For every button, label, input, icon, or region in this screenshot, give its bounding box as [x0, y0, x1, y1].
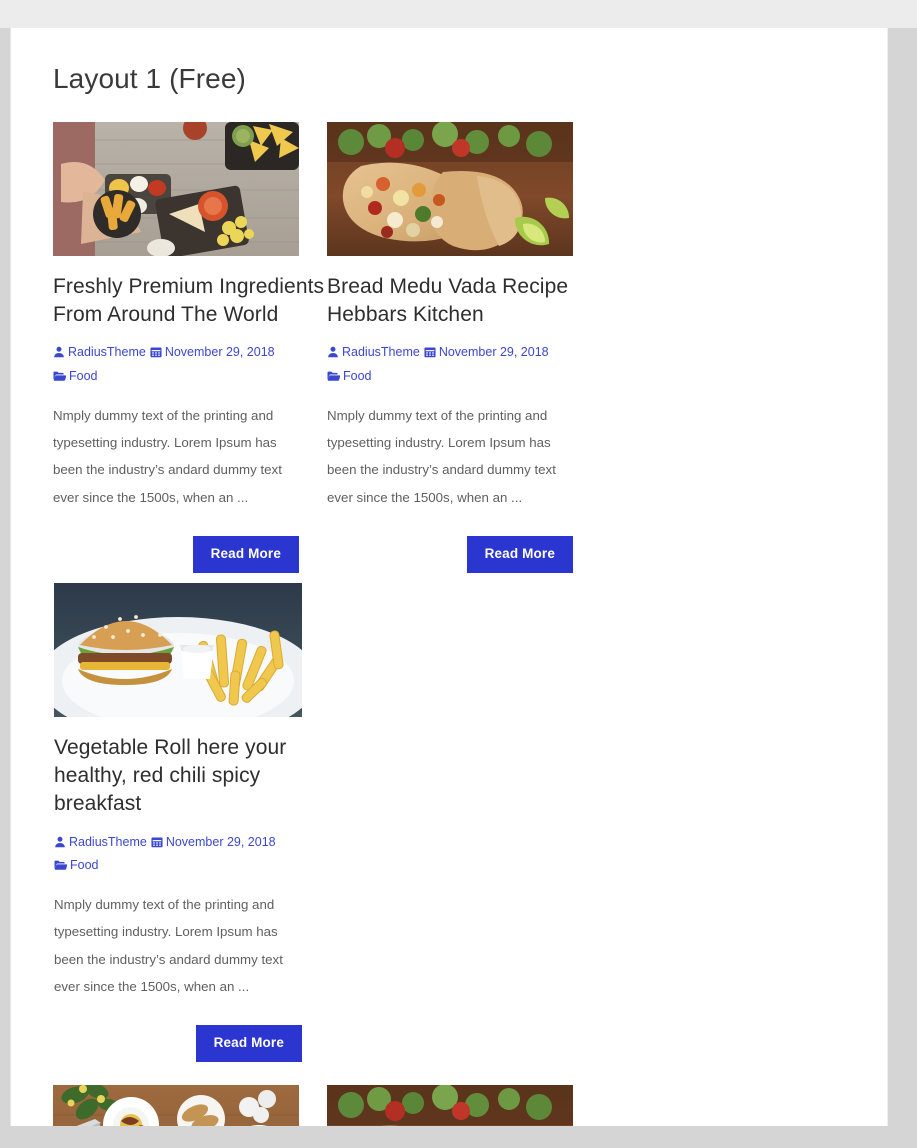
post-author-link[interactable]: RadiusTheme — [68, 345, 146, 359]
post-excerpt: Nmply dummy text of the printing and typ… — [53, 407, 282, 505]
window-chrome-strip — [0, 0, 917, 28]
date-icon — [151, 835, 166, 849]
date-icon — [150, 345, 165, 359]
post-excerpt: Nmply dummy text of the printing and typ… — [327, 407, 556, 505]
post-thumbnail[interactable] — [54, 582, 302, 717]
post-thumbnail[interactable] — [327, 121, 573, 256]
date-icon — [424, 345, 439, 359]
post-category-link[interactable]: Food — [69, 369, 98, 383]
post-meta: RadiusTheme November 29, 2018 Food — [327, 341, 599, 389]
post-meta: RadiusTheme November 29, 2018 Food — [53, 341, 325, 389]
author-icon — [53, 345, 68, 359]
post-card[interactable]: Bread Medu Vada Recipe Hebbars Kitchen R… — [327, 121, 599, 573]
category-icon — [54, 858, 70, 872]
read-more-button[interactable]: Read More — [192, 536, 299, 573]
meta-row-author-date: RadiusTheme November 29, 2018 — [53, 341, 325, 365]
grid-row-spacer — [53, 1072, 847, 1085]
screenshot-viewport: Layout 1 (Free) Freshly Premium Ingredie… — [0, 0, 917, 1148]
post-thumbnail[interactable] — [327, 1084, 573, 1126]
food-platter-image — [53, 121, 299, 256]
post-author-link[interactable]: RadiusTheme — [342, 345, 420, 359]
page-content-panel: Layout 1 (Free) Freshly Premium Ingredie… — [10, 28, 888, 1126]
post-thumbnail[interactable] — [53, 1084, 299, 1126]
meta-row-category: Food — [327, 365, 599, 389]
post-title[interactable]: Bread Medu Vada Recipe Hebbars Kitchen — [327, 273, 599, 330]
page-title: Layout 1 (Free) — [53, 63, 246, 94]
post-thumbnail[interactable] — [53, 121, 299, 256]
wrap-roll-image — [327, 1084, 573, 1126]
read-more-button[interactable]: Read More — [466, 536, 573, 573]
post-card[interactable]: Vegetable Roll here your healthy, red ch… — [54, 582, 326, 1062]
category-icon — [327, 369, 343, 383]
burger-fries-image — [54, 582, 302, 717]
post-grid: Freshly Premium Ingredients From Around … — [53, 121, 847, 1126]
laptop-dining-image — [53, 1084, 299, 1126]
meta-row-author-date: RadiusTheme November 29, 2018 — [54, 831, 326, 855]
post-card[interactable]: Freshly Premium Ingredients From Around … — [53, 121, 325, 573]
author-icon — [327, 345, 342, 359]
post-date[interactable]: November 29, 2018 — [165, 345, 275, 359]
post-card[interactable]: Dhakaika Boti kebab is here summer drink… — [53, 1084, 325, 1126]
post-action-row: Read More — [54, 1025, 302, 1062]
post-meta: RadiusTheme November 29, 2018 Food — [54, 831, 326, 879]
post-date[interactable]: November 29, 2018 — [439, 345, 549, 359]
post-excerpt: Nmply dummy text of the printing and typ… — [54, 897, 283, 994]
post-category-link[interactable]: Food — [343, 369, 372, 383]
post-action-row: Read More — [53, 536, 299, 573]
read-more-button[interactable]: Read More — [195, 1025, 302, 1062]
post-action-row: Read More — [327, 536, 573, 573]
post-title[interactable]: Freshly Premium Ingredients From Around … — [53, 273, 325, 330]
meta-row-category: Food — [53, 365, 325, 389]
category-icon — [53, 369, 69, 383]
post-date[interactable]: November 29, 2018 — [166, 835, 276, 849]
author-icon — [54, 835, 69, 849]
post-title[interactable]: Vegetable Roll here your healthy, red ch… — [54, 734, 326, 819]
meta-row-author-date: RadiusTheme November 29, 2018 — [327, 341, 599, 365]
post-card[interactable]: Crafty Cook and Decorate all of our food… — [327, 1084, 599, 1126]
meta-row-category: Food — [54, 854, 326, 878]
post-author-link[interactable]: RadiusTheme — [69, 835, 147, 849]
wrap-roll-image — [327, 121, 573, 256]
post-category-link[interactable]: Food — [70, 858, 99, 872]
